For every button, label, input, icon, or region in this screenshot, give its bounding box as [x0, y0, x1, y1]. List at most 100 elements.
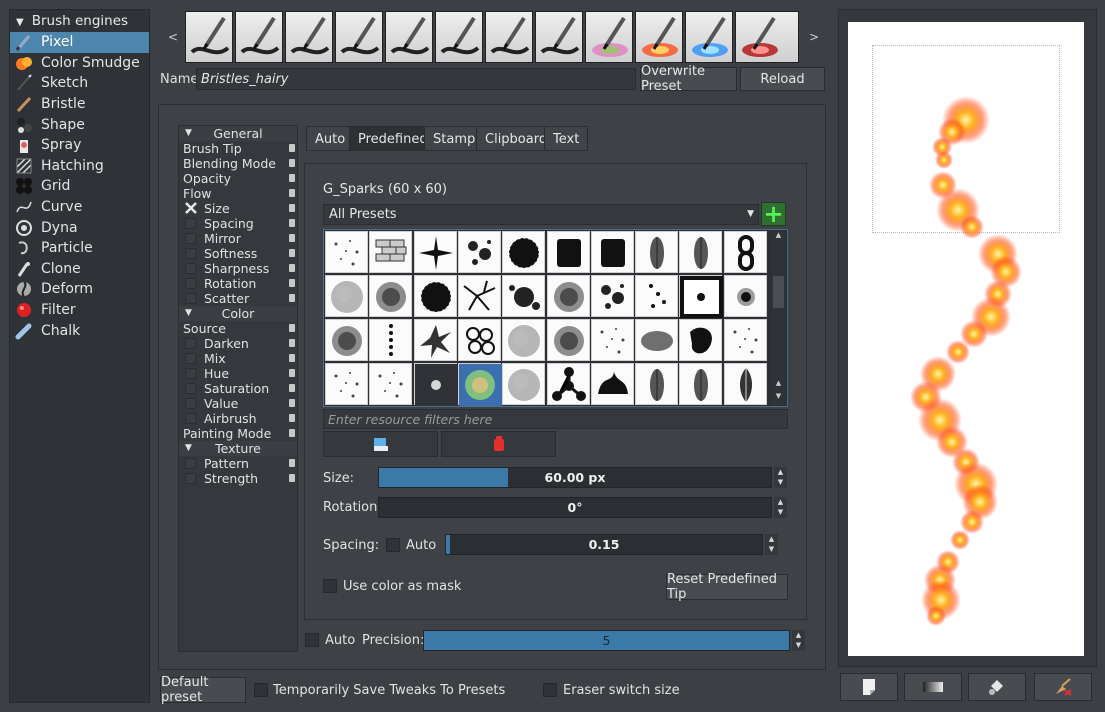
- brush-tip-cell[interactable]: [723, 231, 767, 273]
- brush-tip-cell[interactable]: [502, 231, 546, 273]
- checked-x-icon[interactable]: [185, 202, 197, 214]
- option-section-general[interactable]: ▼ General: [179, 126, 297, 141]
- brush-tip-cell[interactable]: [369, 319, 413, 361]
- brush-tip-cell[interactable]: [635, 275, 679, 317]
- brush-tip-cell[interactable]: [635, 363, 679, 405]
- option-checkbox[interactable]: [185, 458, 196, 469]
- brush-tip-cell[interactable]: [590, 275, 634, 317]
- brush-tip-cell[interactable]: [413, 275, 457, 317]
- option-brush-tip[interactable]: Brush Tip: [179, 141, 297, 156]
- brush-tip-cell[interactable]: [635, 319, 679, 361]
- brush-tip-cell[interactable]: [413, 363, 458, 406]
- resource-filter-input[interactable]: Enter resource filters here: [323, 409, 788, 429]
- rotation-slider[interactable]: 0°: [378, 497, 772, 518]
- brush-tip-cell[interactable]: [590, 231, 634, 273]
- option-checkbox[interactable]: [185, 338, 196, 349]
- brush-tip-cell[interactable]: [369, 231, 413, 273]
- tab-auto[interactable]: Auto: [306, 126, 355, 151]
- lock-icon[interactable]: [289, 294, 295, 302]
- reset-predefined-tip-button[interactable]: Reset Predefined Tip: [666, 572, 788, 602]
- brush-tip-cell[interactable]: [723, 363, 767, 405]
- engine-item-spray[interactable]: Spray: [10, 135, 149, 156]
- lock-icon[interactable]: [289, 144, 295, 152]
- brush-tip-cell[interactable]: [502, 363, 546, 405]
- preset-prev-arrow-icon[interactable]: <: [168, 30, 178, 44]
- brush-preset-thumbnail[interactable]: [435, 11, 483, 63]
- option-checkbox[interactable]: [185, 248, 196, 259]
- option-section-texture[interactable]: ▼ Texture: [179, 441, 297, 456]
- brush-preset-thumbnail[interactable]: [585, 11, 633, 63]
- brush-tip-cell[interactable]: [457, 231, 501, 273]
- fill-color-button[interactable]: [968, 673, 1026, 701]
- lock-icon[interactable]: [289, 384, 295, 392]
- option-section-color[interactable]: ▼ Color: [179, 306, 297, 321]
- engine-item-sketch[interactable]: Sketch: [10, 73, 149, 94]
- brush-tip-cell[interactable]: [723, 275, 767, 317]
- brush-preset-thumbnail[interactable]: [735, 11, 799, 63]
- option-checkbox[interactable]: [185, 383, 196, 394]
- option-checkbox[interactable]: [185, 233, 196, 244]
- option-airbrush[interactable]: Airbrush: [179, 411, 297, 426]
- brush-preset-thumbnail[interactable]: [685, 11, 733, 63]
- option-checkbox[interactable]: [185, 263, 196, 274]
- lock-icon[interactable]: [289, 174, 295, 182]
- brush-tip-cell[interactable]: [546, 363, 590, 405]
- brush-tip-cell[interactable]: [546, 231, 590, 273]
- import-resource-button[interactable]: [323, 431, 438, 457]
- reload-button[interactable]: Reload: [740, 67, 825, 91]
- option-checkbox[interactable]: [185, 473, 196, 484]
- lock-icon[interactable]: [289, 219, 295, 227]
- lock-icon[interactable]: [289, 369, 295, 377]
- engine-item-chalk[interactable]: Chalk: [10, 320, 149, 341]
- spacing-spinner[interactable]: ▲ ▼: [765, 534, 778, 555]
- lock-icon[interactable]: [289, 474, 295, 482]
- brush-tip-cell[interactable]: [679, 231, 723, 273]
- spacing-slider[interactable]: 0.15: [445, 534, 763, 555]
- engine-item-curve[interactable]: Curve: [10, 197, 149, 218]
- option-checkbox[interactable]: [185, 278, 196, 289]
- brush-preset-thumbnail[interactable]: [635, 11, 683, 63]
- option-blending-mode[interactable]: Blending Mode: [179, 156, 297, 171]
- lock-icon[interactable]: [289, 339, 295, 347]
- scroll-up-arrow-icon[interactable]: ▲: [771, 231, 786, 243]
- brush-preset-thumbnail[interactable]: [535, 11, 583, 63]
- brush-preset-thumbnail[interactable]: [235, 11, 283, 63]
- option-scatter[interactable]: Scatter: [179, 291, 297, 306]
- option-darken[interactable]: Darken: [179, 336, 297, 351]
- brush-tip-cell[interactable]: [502, 275, 546, 317]
- option-value[interactable]: Value: [179, 396, 297, 411]
- brush-tip-cell[interactable]: [502, 319, 546, 361]
- scrollbar-handle[interactable]: [773, 276, 784, 308]
- rotation-spinner[interactable]: ▲ ▼: [774, 497, 787, 518]
- option-hue[interactable]: Hue: [179, 366, 297, 381]
- brush-tip-cell[interactable]: [679, 363, 723, 405]
- preview-canvas[interactable]: [848, 22, 1084, 656]
- lock-icon[interactable]: [289, 189, 295, 197]
- engine-item-shape[interactable]: Shape: [10, 114, 149, 135]
- option-saturation[interactable]: Saturation: [179, 381, 297, 396]
- brush-preset-thumbnail[interactable]: [285, 11, 333, 63]
- precision-auto-checkbox[interactable]: [305, 633, 319, 647]
- grid-scrollbar[interactable]: ▲ ▲ ▼: [771, 231, 786, 405]
- brush-tip-cell[interactable]: [590, 319, 634, 361]
- lock-icon[interactable]: [289, 234, 295, 242]
- lock-icon[interactable]: [289, 459, 295, 467]
- engine-item-bristle[interactable]: Bristle: [10, 94, 149, 115]
- brush-tip-cell[interactable]: [325, 363, 368, 405]
- precision-slider[interactable]: 5: [423, 630, 790, 651]
- preset-name-field[interactable]: Bristles_hairy: [196, 68, 636, 90]
- brush-tip-cell[interactable]: [457, 363, 502, 406]
- brush-tip-cell[interactable]: [590, 363, 634, 405]
- engine-item-particle[interactable]: Particle: [10, 238, 149, 259]
- option-spacing[interactable]: Spacing: [179, 216, 297, 231]
- lock-icon[interactable]: [289, 279, 295, 287]
- brush-preset-thumbnail[interactable]: [185, 11, 233, 63]
- brush-preset-thumbnail[interactable]: [485, 11, 533, 63]
- preset-filter-select[interactable]: All Presets ▼: [323, 204, 759, 225]
- lock-icon[interactable]: [289, 429, 295, 437]
- brush-tip-cell[interactable]: [413, 231, 457, 273]
- brush-tip-cell[interactable]: [325, 319, 368, 361]
- brush-tip-cell[interactable]: [369, 275, 413, 317]
- brush-tip-cell[interactable]: [679, 319, 723, 361]
- option-strength[interactable]: Strength: [179, 471, 297, 486]
